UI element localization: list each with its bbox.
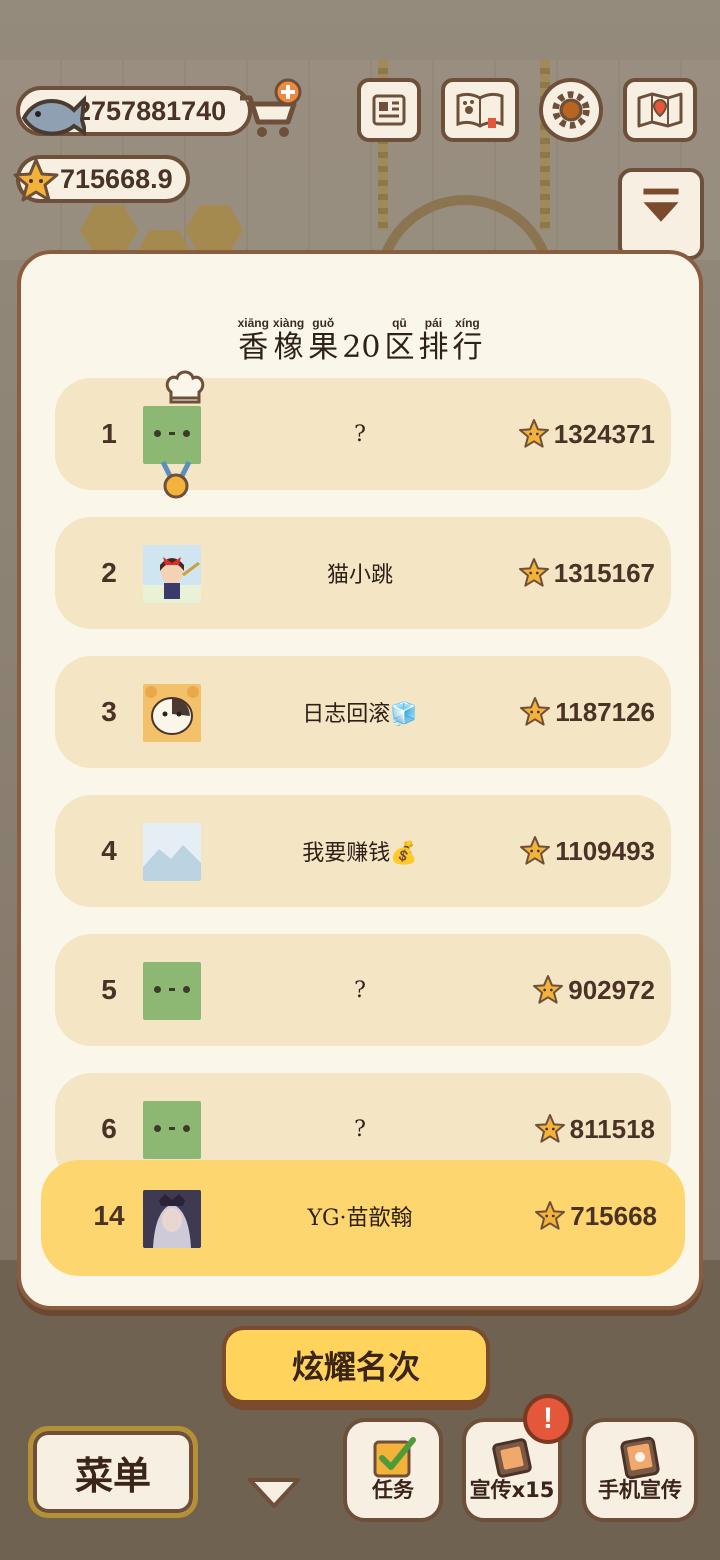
player-score: 1187126 (519, 656, 655, 768)
paw-book-icon (456, 92, 504, 128)
rank-number: 3 (101, 696, 117, 727)
map-icon (637, 92, 683, 128)
score-value: 1324371 (553, 418, 655, 449)
player-name: YG·苗歆翰 (307, 1206, 413, 1231)
star-icon (518, 558, 549, 587)
rank-number: 2 (101, 557, 117, 588)
player-name: ? (354, 977, 366, 1003)
newspaper-icon (372, 94, 406, 126)
ranking-row[interactable]: 3 日志回滚🧊 1187126 (55, 656, 671, 768)
star-icon (534, 1114, 565, 1143)
promo-card-icon (492, 1438, 532, 1478)
player-name: ? (354, 421, 366, 447)
ranking-row[interactable]: 1 ? 1324371 (55, 370, 671, 499)
avatar (143, 823, 201, 881)
star-rating-bar: 715668.9 (13, 155, 190, 203)
avatar (143, 1101, 201, 1159)
player-score: 1315167 (518, 517, 655, 629)
fish-count: 2757881740 (76, 95, 227, 126)
player-name: 猫小跳 (326, 563, 393, 588)
score-value: 715668 (570, 1200, 657, 1231)
star-icon (533, 975, 564, 1004)
star-count: 715668.9 (60, 163, 173, 194)
player-score: 715668 (534, 1160, 657, 1272)
rank-number: 1 (101, 418, 117, 449)
chef-hat-icon (165, 370, 205, 404)
star-icon (535, 1201, 566, 1230)
score-value: 1109493 (555, 835, 655, 866)
title-char: qū 区 (384, 316, 415, 365)
avatar (143, 962, 201, 1020)
title-char: guǒ 果 (308, 316, 339, 365)
avatar (143, 545, 201, 603)
paw-book-button[interactable] (441, 78, 519, 142)
player-name: 日志回滚🧊 (302, 702, 418, 727)
rank-number: 4 (101, 835, 117, 866)
player-score: 1324371 (518, 378, 655, 490)
score-value: 811518 (569, 1113, 655, 1144)
fish-icon (21, 95, 86, 137)
phone-icon (620, 1436, 660, 1480)
chevron-down-icon[interactable] (246, 1474, 302, 1510)
star-icon (520, 836, 551, 865)
title-char: pái 排 (418, 316, 449, 365)
gear-icon (552, 91, 590, 129)
score-value: 1315167 (553, 557, 655, 588)
title-char: xiāng 香 (237, 316, 269, 365)
player-score: 902972 (532, 934, 655, 1046)
ranking-panel: xiāng 香 xiàng 橡 guǒ 果 20 qū 区 pái 排 xíng 行 1 ?… (17, 250, 703, 1310)
panel-title: xiāng 香 xiàng 橡 guǒ 果 20 qū 区 pái 排 xíng 行 (21, 312, 699, 366)
rank-number: 5 (101, 974, 117, 1005)
my-ranking-row[interactable]: 14 YG·苗歆翰 715668 (41, 1160, 685, 1276)
newspaper-button[interactable] (357, 78, 421, 142)
score-value: 902972 (568, 974, 655, 1005)
ranking-row[interactable]: 2 猫小跳 1315167 (55, 517, 671, 629)
star-icon (13, 158, 59, 202)
ranking-row[interactable]: 5 ? 902972 (55, 934, 671, 1046)
star-icon (518, 419, 549, 448)
settings-button[interactable] (539, 78, 603, 142)
checkbox-icon (373, 1437, 416, 1478)
rank-number: 14 (93, 1200, 125, 1231)
map-button[interactable] (623, 78, 697, 142)
shop-cart-button[interactable] (236, 78, 306, 142)
phone-promote-button[interactable]: 手机宣传 (582, 1418, 698, 1522)
title-char: xíng 行 (452, 316, 483, 365)
gold-medal-icon (160, 460, 192, 499)
alert-badge: ! (523, 1394, 573, 1444)
avatar (143, 406, 201, 464)
player-name: 我要赚钱💰 (302, 841, 418, 866)
score-value: 1187126 (555, 696, 655, 727)
title-char: xiàng 橡 (272, 316, 305, 365)
menu-button[interactable]: 菜单 (28, 1426, 198, 1518)
chevron-down-icon (643, 188, 679, 222)
player-score: 1109493 (519, 795, 655, 907)
ranking-row[interactable]: 4 我要赚钱💰 1109493 (55, 795, 671, 907)
avatar (143, 1190, 201, 1248)
fish-currency-bar: 2757881740 (16, 86, 252, 137)
title-char: 20 (342, 330, 381, 365)
star-icon (520, 697, 551, 726)
show-off-rank-button[interactable]: 炫耀名次 (222, 1326, 490, 1404)
avatar (143, 684, 201, 742)
tasks-button[interactable]: 任务 (343, 1418, 443, 1522)
collapse-side-button[interactable] (618, 168, 704, 260)
